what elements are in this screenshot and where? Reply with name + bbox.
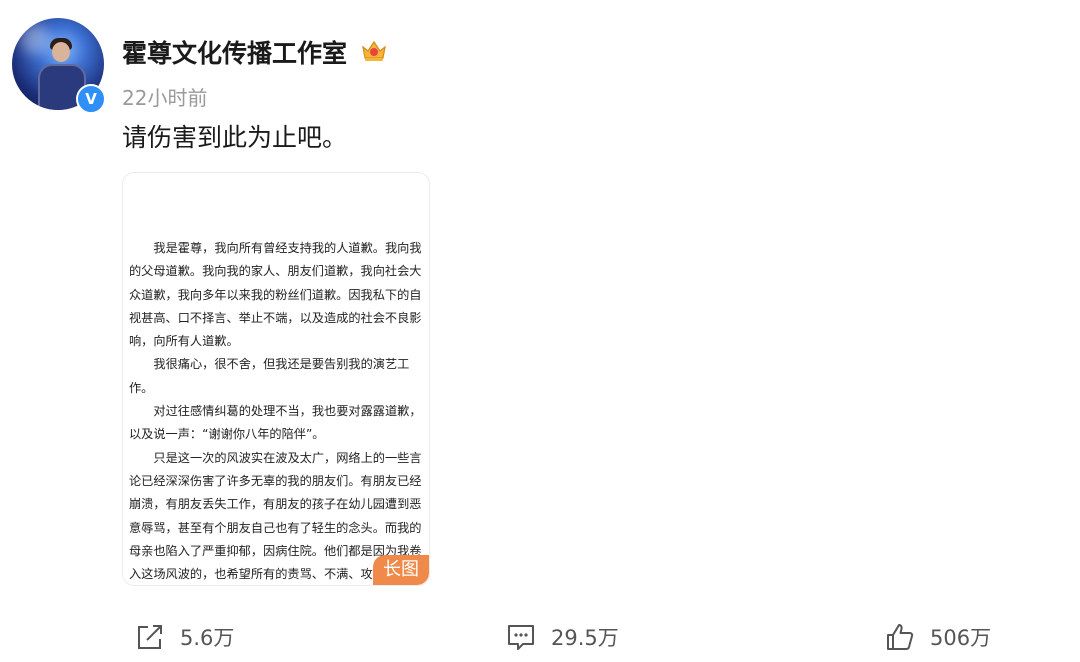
post-text: 请伤害到此为止吧。 <box>122 123 348 152</box>
letter-paragraph: 我很痛心，很不舍，但我还是要告别我的演艺工作。 <box>129 357 410 395</box>
verified-badge-icon: V <box>76 84 106 114</box>
action-bar: 5.6万 29.5万 506万 <box>0 615 1080 659</box>
repost-count: 5.6万 <box>180 626 235 650</box>
long-image-tag: 长图 <box>373 555 429 585</box>
comment-count: 29.5万 <box>551 626 619 650</box>
thumbs-up-icon <box>887 624 914 650</box>
like-count: 506万 <box>930 626 992 650</box>
avatar-stage-light <box>20 24 50 54</box>
letter-paragraph: 对过往感情纠葛的处理不当，我也要对露露道歉，以及说一声：“谢谢你八年的陪伴”。 <box>129 404 422 442</box>
avatar-head <box>52 42 70 62</box>
like-button[interactable]: 506万 <box>884 615 991 659</box>
vip-crown-icon[interactable] <box>360 39 388 63</box>
share-icon <box>138 625 162 649</box>
long-image-card[interactable]: 我是霍尊，我向所有曾经支持我的人道歉。我向我的父母道歉。我向我的家人、朋友们道歉… <box>122 172 430 586</box>
letter-paragraph: 我是霍尊，我向所有曾经支持我的人道歉。我向我的父母道歉。我向我的家人、朋友们道歉… <box>129 241 422 349</box>
letter-text: 我是霍尊，我向所有曾经支持我的人道歉。我向我的父母道歉。我向我的家人、朋友们道歉… <box>129 237 425 585</box>
comment-icon <box>508 625 534 650</box>
comment-button[interactable]: 29.5万 <box>505 615 619 659</box>
post-timestamp[interactable]: 22小时前 <box>122 82 207 111</box>
author-name[interactable]: 霍尊文化传播工作室 <box>122 34 347 70</box>
repost-button[interactable]: 5.6万 <box>134 615 234 659</box>
